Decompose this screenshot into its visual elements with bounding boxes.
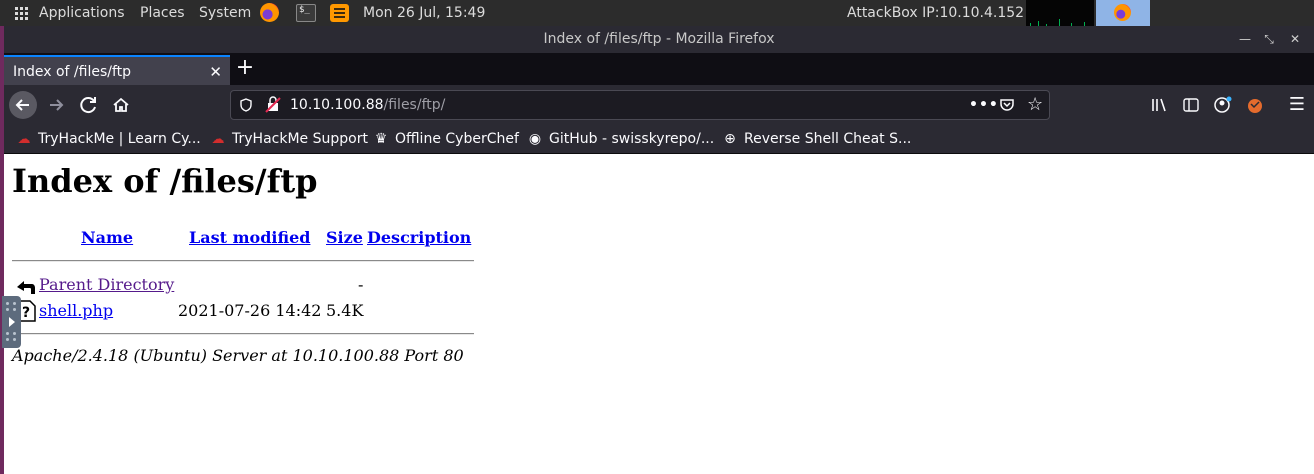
parent-directory-link[interactable]: Parent Directory — [39, 275, 174, 294]
desktop-edge-strip — [0, 26, 4, 474]
url-path: /files/ftp/ — [383, 97, 446, 113]
places-menu[interactable]: Places — [140, 0, 185, 26]
shell-php-link[interactable]: shell.php — [39, 301, 113, 320]
side-panel-handle[interactable] — [2, 296, 21, 348]
clock: Mon 26 Jul, 15:49 — [363, 5, 486, 21]
bookmark-offline-cyberchef[interactable]: ♛ Offline CyberChef — [373, 125, 519, 154]
cpu-load-graph — [1026, 0, 1094, 26]
window-title: Index of /files/ftp - Mozilla Firefox — [543, 31, 775, 47]
minimize-icon[interactable]: — — [1236, 26, 1254, 53]
reload-button[interactable] — [75, 91, 103, 119]
github-icon: ◉ — [528, 131, 542, 147]
column-header-last-modified[interactable]: Last modified — [189, 228, 310, 247]
firefox-icon — [1114, 4, 1131, 21]
bookmark-star-icon[interactable]: ☆ — [1027, 91, 1043, 119]
svg-text:?: ? — [22, 305, 30, 321]
shell-php-modified: 2021-07-26 14:42 — [178, 301, 322, 320]
sidebar-toggle-icon[interactable] — [1178, 91, 1204, 119]
sublime-launcher-icon[interactable] — [330, 4, 349, 22]
url-text[interactable]: 10.10.100.88/files/ftp/ — [290, 91, 445, 119]
page-title: Index of /files/ftp — [12, 162, 318, 200]
terminal-launcher-icon[interactable]: $_ — [296, 4, 316, 22]
bookmark-github-swisskyrepo[interactable]: ◉ GitHub - swisskyrepo/... — [527, 125, 714, 154]
page-content: Index of /files/ftp Name Last modified S… — [4, 154, 1314, 474]
bookmark-label: Offline CyberChef — [395, 131, 519, 147]
page-actions-icon[interactable]: ••• — [969, 91, 999, 119]
new-tab-button[interactable]: + — [234, 53, 256, 85]
tryhackme-icon: ☁ — [211, 132, 225, 147]
extension-icon[interactable] — [1242, 91, 1268, 119]
bookmark-label: Reverse Shell Cheat S... — [744, 131, 912, 147]
window-titlebar[interactable]: Index of /files/ftp - Mozilla Firefox — … — [4, 26, 1314, 53]
bookmark-label: TryHackMe | Learn Cy... — [38, 131, 201, 147]
restore-icon[interactable]: ⤡ — [1260, 26, 1278, 53]
bookmarks-toolbar: ☁ TryHackMe | Learn Cy... ☁ TryHackMe Supp… — [4, 125, 1314, 154]
bookmark-label: TryHackMe Support — [232, 131, 368, 147]
applications-menu[interactable]: Applications — [39, 0, 125, 26]
back-button[interactable] — [9, 91, 37, 119]
forward-arrow-icon — [50, 99, 64, 111]
tab-title: Index of /files/ftp — [13, 64, 132, 80]
tracking-shield-icon[interactable] — [239, 91, 253, 119]
attackbox-ip: AttackBox IP:10.10.4.152 — [847, 5, 1025, 21]
chef-hat-icon: ♛ — [374, 131, 388, 147]
pocket-icon[interactable] — [999, 91, 1015, 119]
library-icon[interactable] — [1146, 91, 1172, 119]
bookmark-reverse-shell[interactable]: ⊕ Reverse Shell Cheat S... — [722, 125, 911, 154]
system-top-panel: Applications Places System $_ Mon 26 Jul… — [0, 0, 1314, 26]
insecure-lock-icon[interactable] — [265, 91, 281, 119]
table-divider-top — [12, 260, 474, 262]
bookmark-tryhackme-support[interactable]: ☁ TryHackMe Support — [210, 125, 368, 154]
table-divider-bottom — [12, 333, 474, 335]
globe-icon: ⊕ — [724, 131, 736, 147]
firefox-launcher-icon[interactable] — [260, 3, 279, 22]
column-header-name[interactable]: Name — [81, 228, 133, 247]
back-arrow-icon — [15, 99, 29, 111]
column-header-size[interactable]: Size — [326, 228, 363, 247]
url-bar[interactable]: 10.10.100.88/files/ftp/ ••• ☆ — [230, 90, 1050, 120]
bookmark-tryhackme-learn[interactable]: ☁ TryHackMe | Learn Cy... — [16, 125, 201, 154]
reload-icon — [80, 97, 96, 114]
bookmark-label: GitHub - swisskyrepo/... — [549, 131, 715, 147]
tab-strip: Index of /files/ftp ✕ + — [4, 53, 1314, 85]
expand-arrow-icon — [9, 317, 15, 327]
taskbar-firefox-button[interactable] — [1096, 0, 1150, 26]
server-signature: Apache/2.4.18 (Ubuntu) Server at 10.10.1… — [12, 346, 464, 365]
account-icon[interactable] — [1210, 91, 1236, 119]
tab-index-files-ftp[interactable]: Index of /files/ftp ✕ — [4, 55, 230, 85]
tryhackme-icon: ☁ — [17, 132, 31, 147]
home-button[interactable] — [107, 91, 135, 119]
apps-grid-icon[interactable] — [15, 7, 28, 20]
system-menu[interactable]: System — [199, 0, 251, 26]
home-icon — [113, 97, 129, 112]
close-window-icon[interactable]: ✕ — [1286, 26, 1304, 53]
parent-directory-size: - — [358, 275, 364, 294]
url-host: 10.10.100.88 — [290, 97, 384, 113]
hamburger-menu-icon[interactable]: ☰ — [1284, 91, 1310, 119]
tab-close-icon[interactable]: ✕ — [209, 57, 222, 87]
navigation-toolbar: 10.10.100.88/files/ftp/ ••• ☆ ☰ — [4, 85, 1314, 125]
column-header-description[interactable]: Description — [367, 228, 471, 247]
shell-php-size: 5.4K — [326, 301, 364, 320]
forward-button[interactable] — [42, 91, 70, 119]
